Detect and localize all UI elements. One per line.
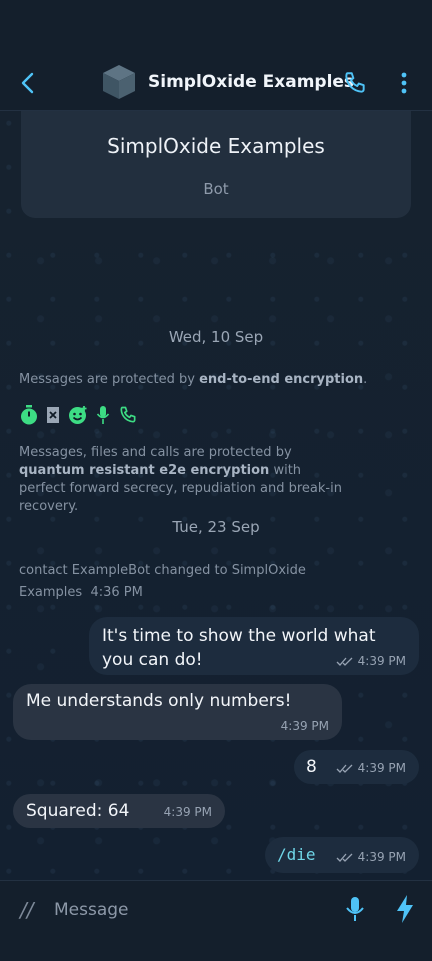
command-text[interactable]: /die [277,843,316,867]
message-bubble-outgoing[interactable]: /die 4:39 PM [265,837,419,873]
profile-card: SimplOxide Examples Bot [21,110,411,218]
vertical-dots-icon [401,72,407,94]
double-check-icon [336,764,353,773]
date-separator: Wed, 10 Sep [168,328,264,346]
message-bubble-outgoing[interactable]: It's time to show the world what you can… [89,617,419,675]
menu-button[interactable] [394,70,414,96]
message-time: 4:39 PM [280,719,329,733]
avatar[interactable] [102,64,136,100]
emoji-add-icon [68,405,88,425]
microphone-icon [346,897,364,921]
double-check-icon [336,853,353,862]
commands-button[interactable]: // [20,898,33,922]
message-bubble-incoming[interactable]: Me understands only numbers! 4:39 PM [13,684,342,740]
encryption-notice[interactable]: Messages are protected by end-to-end enc… [19,371,419,389]
phone-icon [118,405,138,425]
message-time: 4:39 PM [163,805,212,819]
message-text: Me understands only numbers! [26,691,292,711]
contact-change-event[interactable]: contact ExampleBot changed to SimplOxide… [19,560,319,604]
message-time: 4:39 PM [336,850,406,864]
event-time: 4:36 PM [90,585,143,600]
voice-record-button[interactable] [345,896,365,922]
chat-title[interactable]: SimplOxide Examples [148,72,354,92]
delete-icon [46,406,60,424]
composer-bar: // [0,880,432,961]
message-time: 4:39 PM [336,654,406,668]
message-bubble-incoming[interactable]: Squared: 64 4:39 PM [13,794,225,828]
chat-header: SimplOxide Examples [0,0,432,111]
live-message-button[interactable] [396,895,414,923]
message-time: 4:39 PM [336,761,406,775]
date-separator: Tue, 23 Sep [172,518,260,536]
message-bubble-outgoing[interactable]: 8 4:39 PM [294,750,419,784]
lightning-icon [397,895,413,923]
message-input[interactable] [52,895,326,925]
double-check-icon [336,657,353,666]
quantum-encryption-notice[interactable]: Messages, files and calls are protected … [19,444,349,516]
timer-icon [20,405,38,425]
message-text: Squared: 64 [26,801,130,821]
chevron-left-icon [21,72,34,94]
call-button[interactable] [342,70,368,96]
phone-icon [345,72,365,93]
profile-role: Bot [203,180,229,198]
back-button[interactable] [16,68,42,98]
feature-icons [20,403,138,427]
cube-icon [103,65,135,99]
profile-name: SimplOxide Examples [107,134,325,158]
microphone-icon [96,405,110,425]
message-text: 8 [306,757,317,777]
message-feed[interactable]: SimplOxide Examples Bot Wed, 10 Sep Mess… [0,110,432,880]
